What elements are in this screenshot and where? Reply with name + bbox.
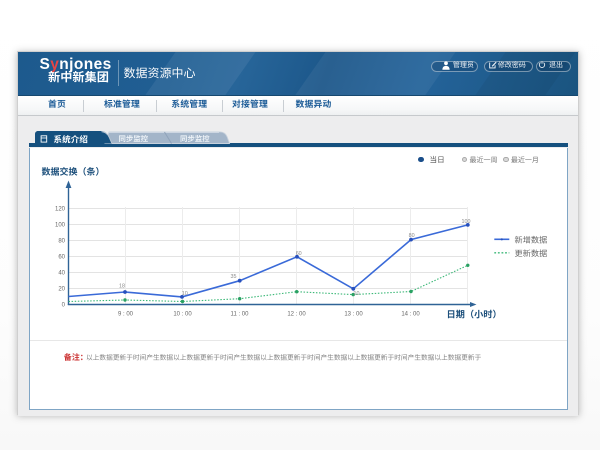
svg-text:11 : 00: 11 : 00 <box>231 312 250 318</box>
svg-text:60: 60 <box>296 251 302 257</box>
svg-text:18: 18 <box>119 283 125 289</box>
svg-text:100: 100 <box>55 222 66 228</box>
svg-text:10: 10 <box>354 291 360 297</box>
svg-text:100: 100 <box>462 219 471 225</box>
svg-text:60: 60 <box>58 254 65 260</box>
svg-text:14 : 00: 14 : 00 <box>401 312 420 318</box>
svg-text:35: 35 <box>231 274 237 280</box>
svg-text:80: 80 <box>58 238 65 244</box>
svg-text:40: 40 <box>58 270 65 276</box>
svg-text:0: 0 <box>62 302 66 308</box>
svg-text:10 : 00: 10 : 00 <box>173 312 192 318</box>
svg-text:80: 80 <box>409 233 415 239</box>
svg-text:12 : 00: 12 : 00 <box>287 312 306 318</box>
svg-text:13 : 00: 13 : 00 <box>344 312 363 318</box>
svg-text:120: 120 <box>55 206 66 212</box>
svg-text:10: 10 <box>182 291 188 297</box>
svg-text:20: 20 <box>58 286 65 292</box>
svg-text:9 : 00: 9 : 00 <box>118 312 134 318</box>
